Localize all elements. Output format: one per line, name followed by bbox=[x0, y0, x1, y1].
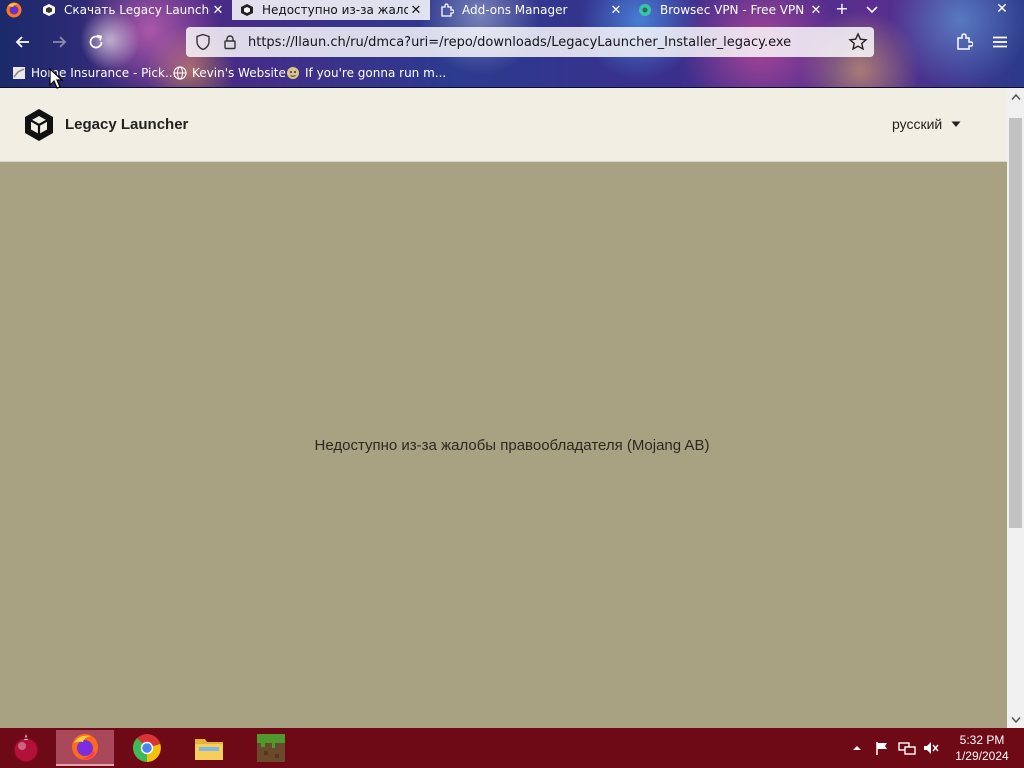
taskbar-chrome[interactable] bbox=[118, 730, 176, 766]
new-tab-icon[interactable]: + bbox=[832, 0, 852, 20]
bookmark-label: Kevin's Website bbox=[192, 66, 286, 80]
minecraft-icon bbox=[257, 734, 285, 762]
bookmarks-toolbar: Home Insurance - Pick... Kevin's Website… bbox=[0, 62, 1024, 84]
legacy-launcher-logo[interactable] bbox=[24, 108, 54, 142]
back-arrow-icon[interactable] bbox=[10, 29, 36, 55]
tab-addons-manager[interactable]: Add-ons Manager ✕ bbox=[432, 0, 630, 20]
start-button[interactable] bbox=[8, 732, 44, 766]
tab-title: Browsec VPN - Free VPN bbox=[660, 3, 805, 17]
tab-download-legacy-launcher[interactable]: Скачать Legacy Launcher ✕ bbox=[34, 0, 232, 20]
tab-title: Скачать Legacy Launcher bbox=[64, 3, 210, 17]
list-all-tabs-icon[interactable] bbox=[862, 0, 882, 20]
url-text[interactable]: https://llaun.ch/ru/dmca?uri=/repo/downl… bbox=[248, 35, 848, 50]
tab-unavailable[interactable]: Недоступно из-за жалоб ✕ bbox=[232, 0, 430, 20]
scroll-down-arrow-icon[interactable] bbox=[1007, 711, 1024, 728]
site-header: Legacy Launcher русский bbox=[0, 88, 1007, 162]
forward-arrow-icon[interactable] bbox=[46, 29, 72, 55]
close-tab-icon[interactable]: ✕ bbox=[210, 3, 226, 18]
show-hidden-icons-arrow-icon[interactable] bbox=[850, 728, 864, 768]
url-path: /ru/dmca?uri=/repo/downloads/LegacyLaunc… bbox=[345, 34, 792, 50]
windows-taskbar: 5:32 PM 1/29/2024 bbox=[0, 728, 1024, 768]
page-favicon-icon bbox=[13, 67, 25, 79]
action-center-flag-icon[interactable] bbox=[874, 728, 890, 768]
language-label: русский bbox=[892, 116, 943, 132]
bookmark-label: If you're gonna run m... bbox=[305, 66, 447, 80]
window-minimize-button[interactable] bbox=[930, 0, 980, 20]
tab-strip: Скачать Legacy Launcher ✕ Недоступно из-… bbox=[0, 0, 1024, 20]
close-tab-icon[interactable]: ✕ bbox=[408, 3, 424, 18]
language-selector[interactable]: русский bbox=[892, 116, 961, 132]
bookmark-if-youre-gonna[interactable]: If you're gonna run m... bbox=[286, 62, 446, 84]
firefox-menu-icon[interactable] bbox=[4, 1, 24, 19]
taskbar-file-explorer[interactable] bbox=[180, 730, 238, 766]
firefox-icon bbox=[72, 734, 98, 760]
page-scrollbar[interactable] bbox=[1007, 88, 1024, 728]
tab-title: Недоступно из-за жалоб bbox=[262, 3, 408, 17]
network-icon[interactable] bbox=[898, 728, 916, 768]
taskbar-firefox[interactable] bbox=[56, 730, 114, 766]
padlock-icon[interactable] bbox=[222, 34, 238, 50]
tab-title: Add-ons Manager bbox=[462, 3, 568, 17]
address-bar[interactable]: https://llaun.ch/ru/dmca?uri=/repo/downl… bbox=[186, 27, 874, 57]
scrollbar-thumb[interactable] bbox=[1009, 118, 1022, 528]
file-explorer-icon bbox=[195, 739, 223, 760]
start-orb-icon bbox=[13, 734, 39, 763]
bookmark-kevins-website[interactable]: Kevin's Website bbox=[173, 62, 286, 84]
site-brand-name[interactable]: Legacy Launcher bbox=[65, 116, 188, 133]
volume-muted-icon[interactable] bbox=[922, 728, 940, 768]
close-tab-icon[interactable]: ✕ bbox=[608, 3, 624, 18]
mouse-cursor-icon bbox=[49, 68, 63, 89]
taskbar-minecraft[interactable] bbox=[242, 730, 300, 766]
reload-icon[interactable] bbox=[83, 29, 109, 55]
clock-time: 5:32 PM bbox=[959, 733, 1005, 747]
legacy-launcher-favicon-icon bbox=[241, 4, 253, 16]
chrome-icon bbox=[132, 734, 161, 762]
dmca-unavailable-message: Недоступно из-за жалобы правообладателя … bbox=[314, 437, 710, 454]
close-tab-icon[interactable]: ✕ bbox=[808, 3, 824, 18]
navigation-toolbar: https://llaun.ch/ru/dmca?uri=/repo/downl… bbox=[0, 24, 1024, 60]
tracking-protection-shield-icon[interactable] bbox=[194, 33, 212, 51]
globe-icon bbox=[173, 66, 187, 80]
scroll-up-arrow-icon[interactable] bbox=[1007, 88, 1024, 105]
legacy-launcher-favicon-icon bbox=[43, 4, 55, 16]
tab-browsec-vpn[interactable]: Browsec VPN - Free VPN ✕ bbox=[630, 0, 830, 20]
bookmark-star-icon[interactable] bbox=[848, 32, 868, 52]
browsec-globe-icon bbox=[639, 4, 651, 16]
browser-chrome: Скачать Legacy Launcher ✕ Недоступно из-… bbox=[0, 0, 1024, 88]
puzzle-piece-icon bbox=[441, 3, 454, 17]
window-close-button[interactable]: ✕ bbox=[980, 0, 1024, 20]
hamburger-menu-icon[interactable] bbox=[987, 29, 1013, 55]
caret-down-icon bbox=[951, 121, 961, 127]
clock-date: 1/29/2024 bbox=[955, 749, 1009, 763]
url-host: https://llaun.ch bbox=[248, 34, 346, 50]
bookmark-home-insurance[interactable]: Home Insurance - Pick... bbox=[12, 62, 176, 84]
page-favicon-icon bbox=[287, 67, 299, 79]
web-page: Legacy Launcher русский Недоступно из-за… bbox=[0, 88, 1007, 728]
extensions-puzzle-icon[interactable] bbox=[951, 29, 977, 55]
system-clock[interactable]: 5:32 PM 1/29/2024 bbox=[946, 732, 1018, 764]
